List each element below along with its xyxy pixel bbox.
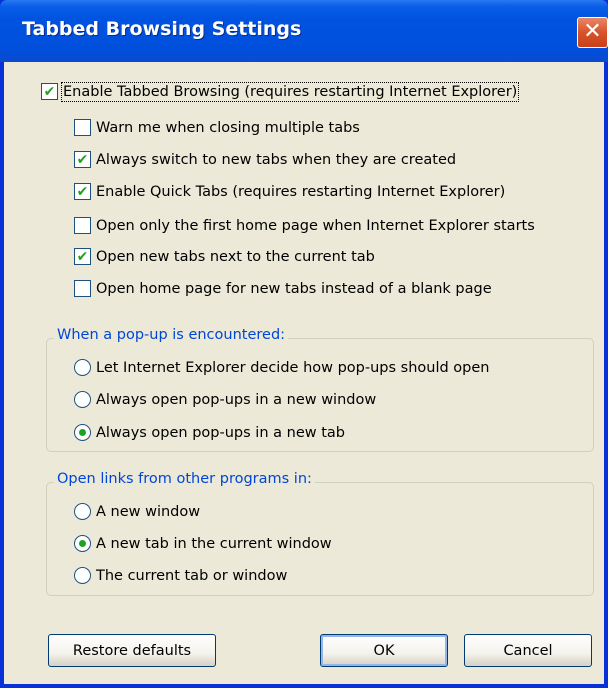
radio-circle[interactable]	[74, 424, 91, 441]
radio-label: A new window	[96, 503, 201, 520]
checkbox-box[interactable]	[74, 280, 91, 297]
checkbox-box[interactable]: ✔	[74, 151, 91, 168]
enable-tabbed-browsing-checkbox[interactable]: ✔ Enable Tabbed Browsing (requires resta…	[41, 81, 520, 102]
dialog-window: Tabbed Browsing Settings ✕ ✔ Enable Tabb…	[0, 0, 608, 688]
links-new-window-radio[interactable]: A new window	[74, 503, 200, 520]
radio-circle[interactable]	[74, 359, 91, 376]
checkbox-box[interactable]	[74, 119, 91, 136]
checkbox-label: Always switch to new tabs when they are …	[96, 151, 457, 168]
radio-circle[interactable]	[74, 503, 91, 520]
popup-ie-decide-radio[interactable]: Let Internet Explorer decide how pop-ups…	[74, 359, 490, 376]
radio-circle[interactable]	[74, 391, 91, 408]
checkbox-label: Enable Tabbed Browsing (requires restart…	[60, 81, 520, 102]
warn-closing-tabs-checkbox[interactable]: Warn me when closing multiple tabs	[74, 119, 360, 136]
checkbox-label: Open new tabs next to the current tab	[96, 248, 375, 265]
checkbox-label: Enable Quick Tabs (requires restarting I…	[96, 183, 506, 200]
radio-circle[interactable]	[74, 535, 91, 552]
cancel-button[interactable]: Cancel	[464, 634, 592, 667]
checkbox-box[interactable]	[74, 217, 91, 234]
popup-group-title: When a pop-up is encountered:	[54, 327, 289, 343]
checkbox-box[interactable]: ✔	[41, 83, 58, 100]
radio-label: Always open pop-ups in a new window	[96, 391, 377, 408]
restore-defaults-button[interactable]: Restore defaults	[48, 634, 216, 667]
popup-new-tab-radio[interactable]: Always open pop-ups in a new tab	[74, 424, 345, 441]
checkbox-label: Open home page for new tabs instead of a…	[96, 280, 492, 297]
ok-button[interactable]: OK	[320, 634, 448, 667]
radio-selected-dot	[79, 540, 86, 547]
open-tabs-next-to-current-checkbox[interactable]: ✔ Open new tabs next to the current tab	[74, 248, 375, 265]
open-first-home-page-checkbox[interactable]: Open only the first home page when Inter…	[74, 217, 535, 234]
close-button[interactable]: ✕	[577, 17, 608, 48]
popup-new-window-radio[interactable]: Always open pop-ups in a new window	[74, 391, 376, 408]
links-new-tab-radio[interactable]: A new tab in the current window	[74, 535, 332, 552]
checkbox-box[interactable]: ✔	[74, 183, 91, 200]
enable-quick-tabs-checkbox[interactable]: ✔ Enable Quick Tabs (requires restarting…	[74, 183, 505, 200]
radio-label: The current tab or window	[96, 567, 288, 584]
radio-label: A new tab in the current window	[96, 535, 332, 552]
radio-circle[interactable]	[74, 567, 91, 584]
radio-selected-dot	[79, 429, 86, 436]
title-bar: Tabbed Browsing Settings ✕	[0, 0, 608, 62]
checkbox-label: Open only the first home page when Inter…	[96, 217, 535, 234]
radio-label: Let Internet Explorer decide how pop-ups…	[96, 359, 490, 376]
checkbox-box[interactable]: ✔	[74, 248, 91, 265]
checkbox-label: Warn me when closing multiple tabs	[96, 119, 360, 136]
links-group-title: Open links from other programs in:	[54, 471, 315, 487]
radio-label: Always open pop-ups in a new tab	[96, 424, 345, 441]
always-switch-new-tabs-checkbox[interactable]: ✔ Always switch to new tabs when they ar…	[74, 151, 456, 168]
links-current-tab-radio[interactable]: The current tab or window	[74, 567, 287, 584]
dialog-body: ✔ Enable Tabbed Browsing (requires resta…	[4, 62, 604, 684]
dialog-title: Tabbed Browsing Settings	[22, 18, 302, 40]
open-home-page-new-tabs-checkbox[interactable]: Open home page for new tabs instead of a…	[74, 280, 492, 297]
